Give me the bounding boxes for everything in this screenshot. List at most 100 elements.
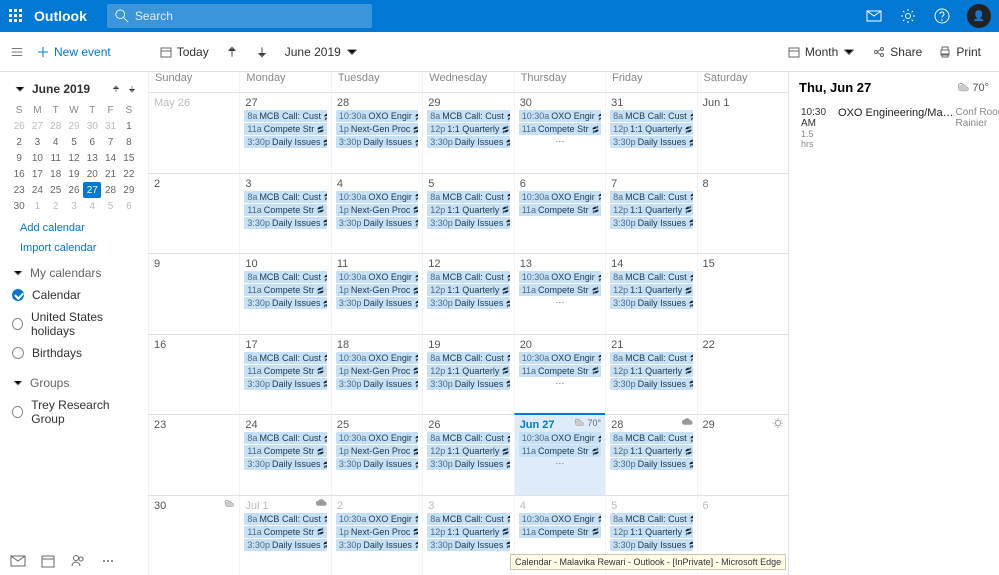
minical-day[interactable]: 18: [47, 166, 65, 182]
calendar-day[interactable]: 38a MCB Call: Cust11a Compete Str3:30p D…: [239, 174, 330, 254]
minical-day[interactable]: 26: [10, 118, 28, 134]
event-chip[interactable]: 3:30p Daily Issues: [336, 217, 418, 229]
minical-day[interactable]: 7: [101, 134, 119, 150]
event-chip[interactable]: 3:30p Daily Issues: [427, 217, 509, 229]
calendar-item[interactable]: United States holidays: [10, 306, 138, 342]
event-chip[interactable]: 8a MCB Call: Cust: [244, 271, 326, 283]
minical-day[interactable]: 17: [28, 166, 46, 182]
minical-day[interactable]: 29: [65, 118, 83, 134]
share-button[interactable]: Share: [872, 45, 922, 59]
event-chip[interactable]: 3:30p Daily Issues: [244, 217, 326, 229]
calendar-module-icon[interactable]: [40, 553, 56, 569]
event-chip[interactable]: 1p Next-Gen Proc: [336, 204, 418, 216]
more-events[interactable]: ⋯: [517, 458, 603, 469]
event-chip[interactable]: 12p 1:1 Quarterly: [427, 365, 509, 377]
minical-day[interactable]: 27: [28, 118, 46, 134]
calendar-day[interactable]: 248a MCB Call: Cust11a Compete Str3:30p …: [239, 415, 330, 495]
calendar-item[interactable]: Trey Research Group: [10, 394, 138, 430]
inbox-icon[interactable]: [865, 7, 883, 25]
calendar-day[interactable]: 1310:30a OXO Engir11a Compete Str⋯: [514, 254, 605, 334]
calendar-day[interactable]: 298a MCB Call: Cust12p 1:1 Quarterly3:30…: [422, 93, 513, 173]
minical-day[interactable]: 9: [10, 150, 28, 166]
event-chip[interactable]: 10:30a OXO Engir: [336, 191, 418, 203]
event-chip[interactable]: 10:30a OXO Engir: [336, 271, 418, 283]
calendar-day[interactable]: 15: [697, 254, 788, 334]
calendar-day[interactable]: May 26: [148, 93, 239, 173]
more-events[interactable]: ⋯: [517, 297, 603, 308]
calendar-day[interactable]: 9: [148, 254, 239, 334]
minical-day[interactable]: 8: [120, 134, 138, 150]
event-chip[interactable]: 8a MCB Call: Cust: [244, 352, 326, 364]
prev-arrow-icon[interactable]: [225, 45, 239, 59]
calendar-day[interactable]: 3010:30a OXO Engir11a Compete Str⋯: [514, 93, 605, 173]
minical-day[interactable]: 12: [65, 150, 83, 166]
minical-day[interactable]: 15: [120, 150, 138, 166]
minical-day[interactable]: 26: [65, 182, 83, 198]
event-chip[interactable]: 3:30p Daily Issues: [610, 297, 692, 309]
event-chip[interactable]: 11a Compete Str: [519, 204, 601, 216]
minical-day[interactable]: 22: [120, 166, 138, 182]
event-chip[interactable]: 1p Next-Gen Proc: [336, 445, 418, 457]
date-picker[interactable]: June 2019: [285, 45, 359, 59]
event-chip[interactable]: 3:30p Daily Issues: [610, 136, 692, 148]
event-chip[interactable]: 3:30p Daily Issues: [427, 378, 509, 390]
minical-day[interactable]: 31: [101, 118, 119, 134]
event-chip[interactable]: 8a MCB Call: Cust: [427, 513, 509, 525]
event-chip[interactable]: 8a MCB Call: Cust: [427, 432, 509, 444]
event-chip[interactable]: 12p 1:1 Quarterly: [610, 445, 692, 457]
event-chip[interactable]: 1p Next-Gen Proc: [336, 284, 418, 296]
help-icon[interactable]: [933, 7, 951, 25]
user-avatar[interactable]: 👤: [967, 4, 991, 28]
calendar-day[interactable]: 610:30a OXO Engir11a Compete Str: [514, 174, 605, 254]
mail-module-icon[interactable]: [10, 553, 26, 569]
more-modules-icon[interactable]: [100, 553, 116, 569]
event-chip[interactable]: 3:30p Daily Issues: [336, 539, 418, 551]
new-event-button[interactable]: New event: [36, 45, 111, 59]
calendar-day[interactable]: 29: [697, 415, 788, 495]
event-chip[interactable]: 10:30a OXO Engir: [519, 110, 601, 122]
event-chip[interactable]: 11a Compete Str: [244, 365, 326, 377]
event-chip[interactable]: 8a MCB Call: Cust: [427, 110, 509, 122]
event-chip[interactable]: 3:30p Daily Issues: [610, 539, 692, 551]
minical-day[interactable]: 4: [83, 198, 101, 214]
minical-day[interactable]: 6: [120, 198, 138, 214]
event-chip[interactable]: 12p 1:1 Quarterly: [427, 526, 509, 538]
event-chip[interactable]: 3:30p Daily Issues: [427, 539, 509, 551]
event-chip[interactable]: 11a Compete Str: [244, 526, 326, 538]
event-chip[interactable]: 3:30p Daily Issues: [610, 378, 692, 390]
print-button[interactable]: Print: [938, 45, 981, 59]
calendar-day[interactable]: 318a MCB Call: Cust12p 1:1 Quarterly3:30…: [605, 93, 696, 173]
event-chip[interactable]: 3:30p Daily Issues: [427, 297, 509, 309]
minical-day[interactable]: 20: [83, 166, 101, 182]
minical-day[interactable]: 2: [10, 134, 28, 150]
calendar-day[interactable]: 218a MCB Call: Cust12p 1:1 Quarterly3:30…: [605, 335, 696, 415]
event-chip[interactable]: 11a Compete Str: [519, 365, 601, 377]
event-chip[interactable]: 8a MCB Call: Cust: [244, 432, 326, 444]
event-chip[interactable]: 12p 1:1 Quarterly: [610, 123, 692, 135]
event-chip[interactable]: 8a MCB Call: Cust: [610, 432, 692, 444]
event-chip[interactable]: 11a Compete Str: [519, 526, 601, 538]
more-events[interactable]: ⋯: [517, 378, 603, 389]
agenda-item[interactable]: 10:30 AM1.5 hrs OXO Engineering/Marketin…: [799, 101, 989, 575]
calendar-checkbox[interactable]: [12, 406, 23, 418]
event-chip[interactable]: 8a MCB Call: Cust: [427, 271, 509, 283]
event-chip[interactable]: 11a Compete Str: [519, 445, 601, 457]
minical-prev-icon[interactable]: [110, 83, 122, 95]
minical-day[interactable]: 13: [83, 150, 101, 166]
view-selector[interactable]: Month: [787, 45, 856, 59]
groups-section[interactable]: Groups: [12, 376, 138, 390]
calendar-day[interactable]: 38a MCB Call: Cust12p 1:1 Quarterly3:30p…: [422, 496, 513, 575]
minical-day[interactable]: 30: [83, 118, 101, 134]
calendar-item[interactable]: Calendar: [10, 284, 138, 306]
event-chip[interactable]: 10:30a OXO Engir: [336, 432, 418, 444]
event-chip[interactable]: 3:30p Daily Issues: [244, 458, 326, 470]
search-input[interactable]: [135, 9, 364, 23]
calendar-day[interactable]: Jun 2770°10:30a OXO Engir11a Compete Str…: [514, 413, 605, 495]
calendar-day[interactable]: 278a MCB Call: Cust11a Compete Str3:30p …: [239, 93, 330, 173]
calendar-day[interactable]: 23: [148, 415, 239, 495]
minical-day[interactable]: 27: [83, 182, 101, 198]
event-chip[interactable]: 3:30p Daily Issues: [336, 297, 418, 309]
event-chip[interactable]: 12p 1:1 Quarterly: [427, 204, 509, 216]
event-chip[interactable]: 10:30a OXO Engir: [336, 110, 418, 122]
minical-day[interactable]: 5: [101, 198, 119, 214]
